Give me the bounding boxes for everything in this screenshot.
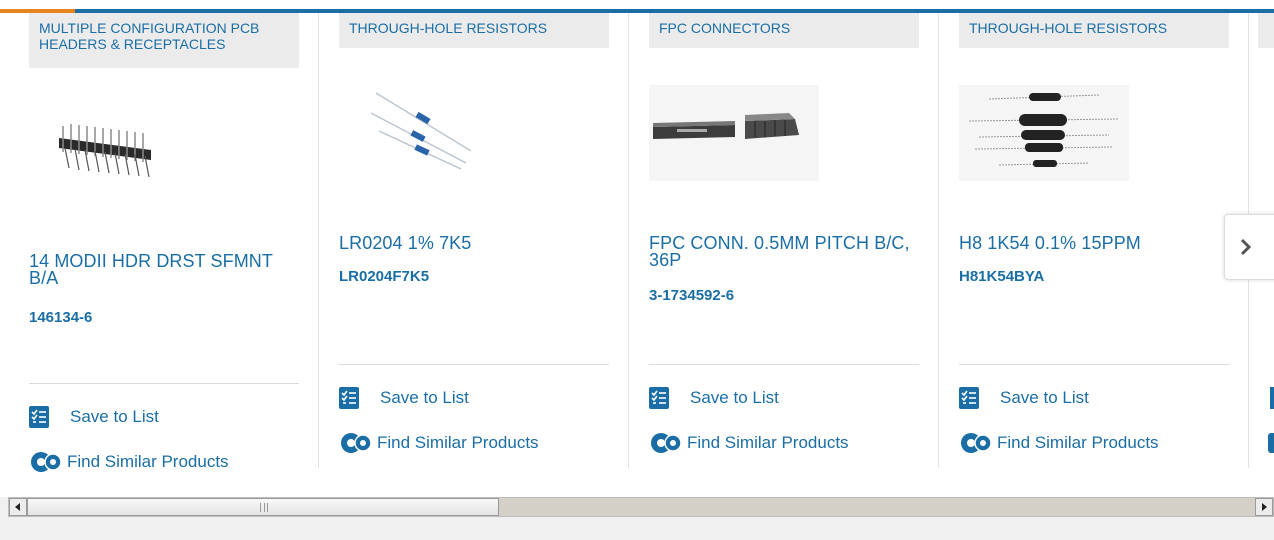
find-similar-button[interactable]: Find Similar Products bbox=[959, 431, 1159, 455]
save-to-list-label: Save to List bbox=[690, 388, 779, 407]
card-divider bbox=[628, 13, 629, 468]
scrollbar-track[interactable] bbox=[499, 498, 1255, 516]
product-name[interactable]: FPC CONN. 0.5MM PITCH B/C, 36P bbox=[649, 234, 914, 269]
category-label-partial bbox=[1258, 13, 1274, 48]
gears-icon bbox=[1268, 433, 1274, 453]
gears-icon bbox=[31, 452, 62, 472]
find-similar-button[interactable]: Find Similar Products bbox=[339, 431, 539, 455]
category-label[interactable]: FPC CONNECTORS bbox=[649, 13, 919, 48]
checklist-icon bbox=[959, 387, 979, 409]
product-card: FPC CONNECTORS FPC CONN. 0.5MM PITCH B/C… bbox=[649, 13, 919, 468]
divider bbox=[339, 364, 609, 365]
chevron-right-icon bbox=[1240, 238, 1252, 256]
gears-icon bbox=[341, 433, 372, 453]
product-carousel: MULTIPLE CONFIGURATION PCB HEADERS & REC… bbox=[0, 0, 1274, 497]
resistor-image[interactable] bbox=[370, 91, 481, 176]
gears-icon bbox=[651, 433, 682, 453]
find-similar-label: Find Similar Products bbox=[687, 433, 849, 452]
category-label[interactable]: THROUGH-HOLE RESISTORS bbox=[959, 13, 1229, 48]
scroll-right-button[interactable] bbox=[1255, 498, 1273, 516]
find-similar-button[interactable]: Find Similar Products bbox=[29, 450, 229, 474]
arrow-left-icon bbox=[15, 503, 20, 511]
category-label[interactable]: THROUGH-HOLE RESISTORS bbox=[339, 13, 609, 48]
card-divider bbox=[318, 13, 319, 468]
save-to-list-button[interactable]: Save to List bbox=[29, 406, 159, 428]
carousel-next-button[interactable] bbox=[1224, 214, 1274, 280]
scrollbar-thumb[interactable] bbox=[27, 498, 499, 516]
divider bbox=[959, 364, 1229, 365]
pin-header-image[interactable] bbox=[51, 108, 161, 183]
gears-icon bbox=[961, 433, 992, 453]
horizontal-scrollbar[interactable] bbox=[8, 497, 1274, 517]
find-similar-label: Find Similar Products bbox=[377, 433, 539, 452]
checklist-icon bbox=[339, 387, 359, 409]
save-to-list-label: Save to List bbox=[380, 388, 469, 407]
divider bbox=[29, 383, 299, 384]
product-name[interactable]: 14 MODII HDR DRST SFMNT B/A bbox=[29, 252, 279, 287]
part-number[interactable]: 146134-6 bbox=[29, 309, 92, 326]
resistors-black-image[interactable] bbox=[959, 85, 1129, 186]
grip-icon bbox=[260, 503, 268, 512]
arrow-right-icon bbox=[1262, 503, 1267, 511]
product-card: THROUGH-HOLE RESISTORS H8 1K54 0.1% 15PP… bbox=[959, 13, 1229, 468]
find-similar-label: Find Similar Products bbox=[67, 452, 229, 471]
fpc-connector-image[interactable] bbox=[649, 85, 819, 186]
product-card: THROUGH-HOLE RESISTORS LR0204 1% 7K5 LR0… bbox=[339, 13, 609, 468]
product-name[interactable]: H8 1K54 0.1% 15PPM bbox=[959, 234, 1224, 252]
part-number[interactable]: LR0204F7K5 bbox=[339, 268, 429, 285]
product-card: MULTIPLE CONFIGURATION PCB HEADERS & REC… bbox=[29, 13, 299, 472]
save-to-list-button[interactable]: Save to List bbox=[959, 387, 1089, 409]
card-divider bbox=[938, 13, 939, 468]
save-to-list-button[interactable]: Save to List bbox=[649, 387, 779, 409]
checklist-icon bbox=[1270, 387, 1274, 409]
checklist-icon bbox=[29, 406, 49, 428]
divider bbox=[649, 364, 919, 365]
checklist-icon bbox=[649, 387, 669, 409]
scroll-left-button[interactable] bbox=[9, 498, 27, 516]
save-to-list-label: Save to List bbox=[1000, 388, 1089, 407]
save-to-list-label: Save to List bbox=[70, 407, 159, 426]
product-name[interactable]: LR0204 1% 7K5 bbox=[339, 234, 599, 252]
category-label[interactable]: MULTIPLE CONFIGURATION PCB HEADERS & REC… bbox=[29, 13, 299, 68]
part-number[interactable]: 3-1734592-6 bbox=[649, 287, 734, 304]
save-to-list-button[interactable]: Save to List bbox=[339, 387, 469, 409]
part-number[interactable]: H81K54BYA bbox=[959, 268, 1044, 285]
find-similar-button[interactable]: Find Similar Products bbox=[649, 431, 849, 455]
find-similar-label: Find Similar Products bbox=[997, 433, 1159, 452]
